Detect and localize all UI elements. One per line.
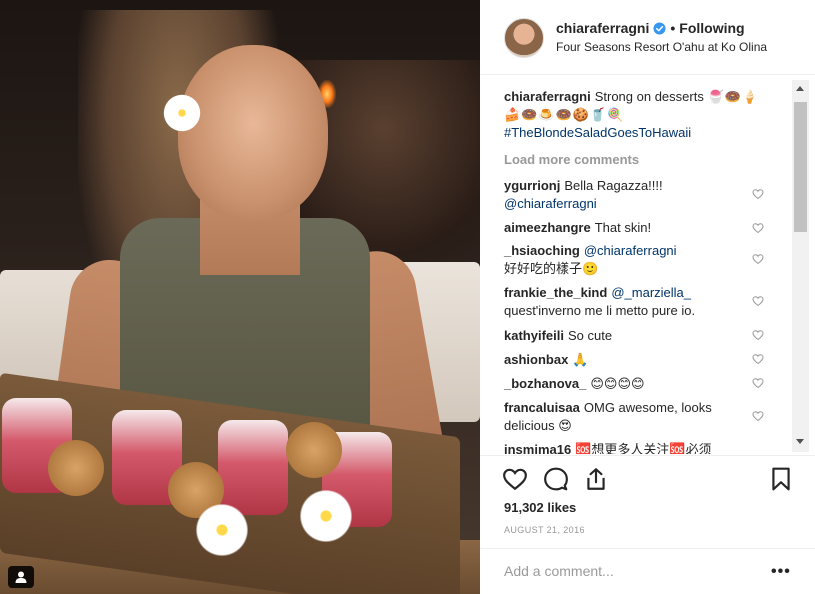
comment-text: 好好吃的樣子🙂 bbox=[504, 261, 599, 276]
following-button[interactable]: Following bbox=[679, 20, 744, 36]
comment-mention[interactable]: @chiaraferragni bbox=[584, 243, 677, 258]
comment-item: ashionbax 🙏 bbox=[504, 351, 774, 369]
add-comment-input[interactable] bbox=[504, 563, 754, 579]
comment-username[interactable]: frankie_the_kind bbox=[504, 285, 607, 300]
plumeria-flower bbox=[192, 500, 252, 560]
comment-text: 🙏 bbox=[572, 352, 589, 367]
comment-username[interactable]: francaluisaa bbox=[504, 400, 580, 415]
plumeria-flower bbox=[296, 486, 356, 546]
share-upload-icon[interactable] bbox=[583, 466, 609, 492]
comment-mention[interactable]: @chiaraferragni bbox=[504, 196, 597, 211]
add-comment-bar: ••• bbox=[480, 548, 815, 594]
comment-username[interactable]: _hsiaoching bbox=[504, 243, 580, 258]
post-side-panel: chiaraferragni • Following Four Seasons … bbox=[480, 0, 815, 594]
post-header: chiaraferragni • Following Four Seasons … bbox=[480, 0, 815, 75]
bookmark-icon[interactable] bbox=[768, 466, 794, 492]
comment-item: _hsiaoching @chiaraferragni 好好吃的樣子🙂 bbox=[504, 242, 684, 278]
post-photo[interactable] bbox=[0, 0, 480, 594]
author-line: chiaraferragni • Following bbox=[556, 20, 745, 36]
comment-text: 😊😊😊😊 bbox=[590, 376, 645, 391]
comment-item: ygurrionj Bella Ragazza!!!! @chiaraferrag… bbox=[504, 177, 774, 213]
load-more-comments-button[interactable]: Load more comments bbox=[504, 152, 639, 167]
comment-mention[interactable]: @_marziella_ bbox=[611, 285, 691, 300]
author-username[interactable]: chiaraferragni bbox=[556, 20, 649, 36]
caption-username[interactable]: chiaraferragni bbox=[504, 89, 591, 104]
comment-item: insmima16 🆘想更多人关注🆘必须 bbox=[504, 441, 774, 454]
cookie bbox=[48, 440, 104, 496]
comment-like-icon[interactable] bbox=[752, 353, 764, 365]
caption-text: Strong on desserts bbox=[594, 89, 704, 104]
verified-badge-icon bbox=[653, 21, 666, 35]
separator-dot: • bbox=[670, 20, 676, 36]
comment-like-icon[interactable] bbox=[752, 222, 764, 234]
comment-username[interactable]: _bozhanova_ bbox=[504, 376, 586, 391]
caption-emojis-line2: 🍰🍩🍮🍩🍪🥤🍭 bbox=[504, 107, 625, 122]
comment-text: So cute bbox=[567, 328, 613, 343]
comment-like-icon[interactable] bbox=[752, 410, 764, 422]
comment-like-icon[interactable] bbox=[752, 329, 764, 341]
more-options-icon[interactable]: ••• bbox=[771, 563, 791, 581]
avatar[interactable] bbox=[504, 18, 544, 58]
scroll-down-arrow-icon[interactable] bbox=[796, 439, 804, 444]
likes-count[interactable]: 91,302 likes bbox=[504, 500, 576, 515]
comment-bubble-icon[interactable] bbox=[543, 466, 569, 492]
caption-hashtag[interactable]: #TheBlondeSaladGoesToHawaii bbox=[504, 125, 691, 140]
hair-flower bbox=[160, 93, 204, 133]
comments-list: chiaraferragni Strong on desserts 🍧🍩🍦 🍰🍩🍮… bbox=[480, 76, 815, 454]
comment-like-icon[interactable] bbox=[752, 188, 764, 200]
cookie bbox=[286, 422, 342, 478]
comment-username[interactable]: kathyifeili bbox=[504, 328, 564, 343]
scroll-up-arrow-icon[interactable] bbox=[796, 86, 804, 91]
location-link[interactable]: Four Seasons Resort O'ahu at Ko Olina bbox=[556, 40, 767, 54]
comment-text: 🆘想更多人关注🆘必须 bbox=[575, 442, 712, 454]
comment-text: Bella Ragazza!!!! bbox=[564, 178, 663, 193]
action-bar bbox=[480, 455, 815, 503]
heart-icon[interactable] bbox=[502, 466, 528, 492]
comments-scrollbar[interactable] bbox=[792, 80, 809, 452]
comment-like-icon[interactable] bbox=[752, 377, 764, 389]
comment-username[interactable]: ashionbax bbox=[504, 352, 568, 367]
comment-text: That skin! bbox=[594, 220, 652, 235]
comment-username[interactable]: insmima16 bbox=[504, 442, 571, 454]
comment-item: francaluisaa OMG awesome, looks delicious… bbox=[504, 399, 744, 435]
comment-username[interactable]: ygurrionj bbox=[504, 178, 560, 193]
comment-text: quest'inverno me li metto pure io. bbox=[504, 303, 696, 318]
comment-username[interactable]: aimeezhangre bbox=[504, 220, 591, 235]
comment-item: frankie_the_kind @_marziella_ quest'inver… bbox=[504, 284, 774, 320]
comment-like-icon[interactable] bbox=[752, 253, 764, 265]
user-tag-button[interactable] bbox=[8, 566, 34, 588]
user-tag-icon bbox=[15, 571, 27, 583]
caption-emojis: 🍧🍩🍦 bbox=[707, 89, 760, 104]
caption: chiaraferragni Strong on desserts 🍧🍩🍦 🍰🍩🍮… bbox=[504, 88, 774, 142]
comment-item: kathyifeili So cute bbox=[504, 327, 774, 345]
comment-item: aimeezhangre That skin! bbox=[504, 219, 774, 237]
scroll-thumb[interactable] bbox=[794, 102, 807, 232]
comment-item: _bozhanova_ 😊😊😊😊 bbox=[504, 375, 774, 393]
post-date[interactable]: AUGUST 21, 2016 bbox=[504, 525, 585, 535]
comment-like-icon[interactable] bbox=[752, 295, 764, 307]
